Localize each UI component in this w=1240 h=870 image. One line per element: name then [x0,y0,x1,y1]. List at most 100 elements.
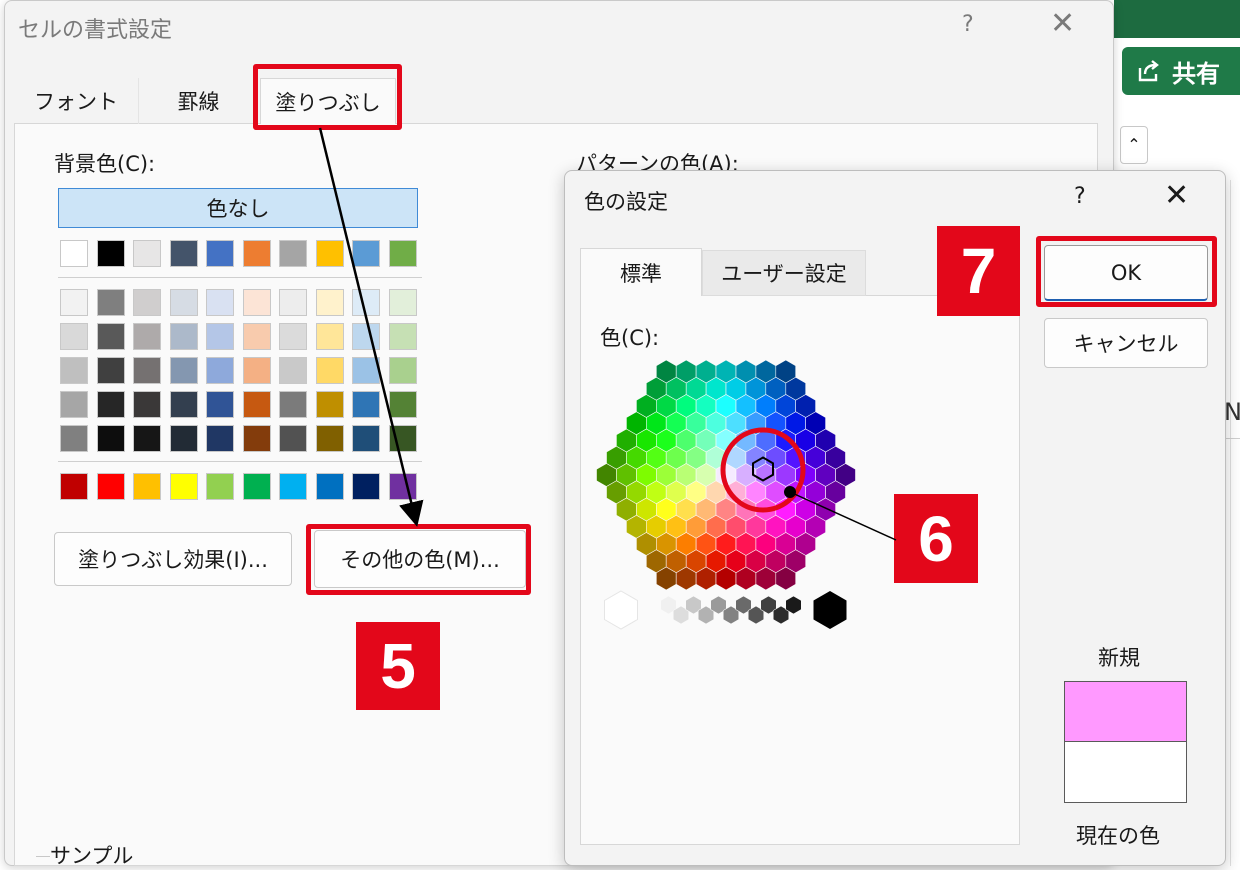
new-color-label: 新規 [1098,646,1140,670]
black-hex [813,591,847,629]
color-swatch[interactable] [315,391,344,418]
color-swatch[interactable] [279,323,307,350]
close-icon[interactable]: ✕ [1164,178,1189,213]
color-swatch[interactable] [96,240,125,267]
color-swatch[interactable] [388,425,417,452]
color-swatch[interactable] [169,473,198,500]
color-swatch[interactable] [206,357,234,384]
color-swatch[interactable] [242,323,271,350]
color-swatch[interactable] [279,357,307,384]
color-swatch[interactable] [133,289,161,316]
palette-divider [58,277,422,278]
color-swatch[interactable] [315,357,344,384]
color-swatch[interactable] [206,391,234,418]
color-swatch[interactable] [352,357,380,384]
color-swatch[interactable] [279,289,307,316]
color-swatch[interactable] [352,240,380,267]
color-swatch[interactable] [60,473,88,500]
color-swatch[interactable] [242,391,271,418]
color-swatch[interactable] [242,240,271,267]
color-swatch[interactable] [133,240,161,267]
fill-effects-button[interactable]: 塗りつぶし効果(I)... [54,532,292,586]
white-hex [604,590,638,630]
color-swatch[interactable] [133,323,161,350]
color-swatch[interactable] [169,240,198,267]
help-button[interactable]: ? [1074,184,1086,209]
cancel-button[interactable]: キャンセル [1044,318,1208,368]
tab-border[interactable]: 罫線 [138,78,258,124]
color-swatch[interactable] [206,323,234,350]
color-swatch[interactable] [96,425,125,452]
color-swatch[interactable] [96,473,125,500]
step-6-badge: 6 [894,494,978,583]
background-color-label: 背景色(C): [54,152,156,176]
color-swatch[interactable] [96,289,125,316]
chevron-up-icon[interactable]: ⌃ [1120,126,1148,164]
color-swatch[interactable] [352,289,380,316]
grid-line [1230,180,1231,866]
color-swatch[interactable] [242,473,271,500]
color-swatch[interactable] [169,425,198,452]
color-swatch[interactable] [60,289,88,316]
color-swatch[interactable] [60,323,88,350]
color-swatch[interactable] [96,391,125,418]
color-swatch[interactable] [60,357,88,384]
color-swatch[interactable] [242,425,271,452]
help-button[interactable]: ? [962,12,974,37]
color-swatch[interactable] [279,391,307,418]
tab-font[interactable]: フォント [14,78,138,124]
color-swatch[interactable] [206,240,234,267]
color-swatch[interactable] [388,289,417,316]
color-swatch[interactable] [133,425,161,452]
close-icon[interactable]: ✕ [1050,6,1075,41]
color-swatch[interactable] [206,473,234,500]
color-swatch[interactable] [242,357,271,384]
color-swatch[interactable] [352,473,380,500]
color-swatch[interactable] [279,473,307,500]
color-swatch[interactable] [60,425,88,452]
color-swatch[interactable] [60,391,88,418]
color-swatch[interactable] [169,323,198,350]
color-swatch[interactable] [388,391,417,418]
color-swatch[interactable] [388,357,417,384]
color-swatch[interactable] [388,240,417,267]
sample-group-line [36,856,50,857]
color-swatch[interactable] [169,289,198,316]
tab-standard[interactable]: 標準 [580,248,702,296]
excel-ribbon-strip [1114,0,1240,38]
color-swatch[interactable] [315,425,344,452]
color-swatch[interactable] [133,473,161,500]
tab-custom[interactable]: ユーザー設定 [702,250,866,296]
color-swatch[interactable] [60,240,88,267]
color-swatch[interactable] [133,391,161,418]
current-color-swatch [1064,741,1187,803]
color-swatch[interactable] [96,323,125,350]
color-swatch[interactable] [279,425,307,452]
more-colors-highlight-box [306,524,531,595]
color-swatch[interactable] [169,357,198,384]
color-swatch[interactable] [388,473,417,500]
color-swatch[interactable] [352,323,380,350]
color-swatch[interactable] [388,323,417,350]
share-label: 共有 [1172,59,1220,88]
color-swatch[interactable] [206,289,234,316]
color-swatch[interactable] [169,391,198,418]
color-palette [60,238,420,508]
color-swatch[interactable] [96,357,125,384]
column-header-letter: N [1224,398,1240,426]
color-swatch[interactable] [315,323,344,350]
color-swatch[interactable] [242,289,271,316]
color-swatch[interactable] [133,357,161,384]
color-swatch[interactable] [315,289,344,316]
hexagon-color-picker[interactable] [596,355,856,640]
no-color-button[interactable]: 色なし [58,188,418,228]
color-swatch[interactable] [352,391,380,418]
color-swatch[interactable] [352,425,380,452]
ok-highlight-box [1036,236,1217,307]
color-swatch[interactable] [206,425,234,452]
color-swatch[interactable] [315,240,344,267]
new-color-swatch [1064,681,1187,741]
color-swatch[interactable] [279,240,307,267]
share-button[interactable]: 共有 [1122,47,1240,95]
color-swatch[interactable] [315,473,344,500]
